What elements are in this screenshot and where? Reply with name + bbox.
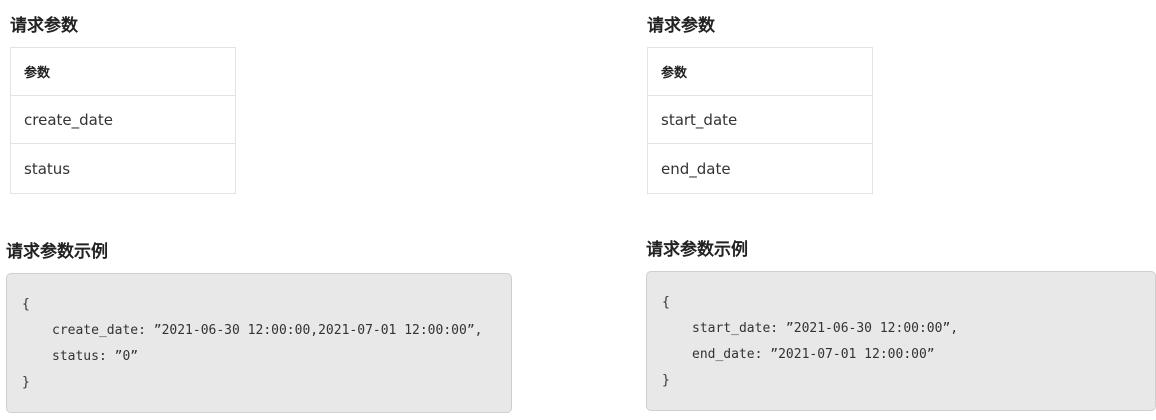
table-row: start_date bbox=[647, 95, 873, 144]
code-line: start_date: ”2021-06-30 12:00:00”, bbox=[692, 321, 959, 336]
request-params-heading: 请求参数 bbox=[647, 16, 715, 36]
request-example-heading: 请求参数示例 bbox=[646, 240, 748, 260]
request-params-heading: 请求参数 bbox=[10, 16, 78, 36]
code-line: { bbox=[662, 295, 670, 310]
params-table: 参数 start_date end_date bbox=[647, 47, 873, 194]
table-header-param: 参数 bbox=[10, 47, 236, 96]
param-cell: start_date bbox=[647, 95, 873, 144]
code-line: create_date: ”2021-06-30 12:00:00,2021-0… bbox=[52, 323, 483, 338]
code-line: end_date: ”2021-07-01 12:00:00” bbox=[692, 347, 935, 362]
table-header-row: 参数 bbox=[647, 47, 873, 96]
table-row: end_date bbox=[647, 143, 873, 194]
code-line: { bbox=[22, 297, 30, 312]
code-line: status: ”0” bbox=[52, 349, 139, 364]
code-line: } bbox=[22, 375, 30, 390]
code-example-block: { create_date: ”2021-06-30 12:00:00,2021… bbox=[6, 273, 512, 413]
param-cell: status bbox=[10, 143, 236, 194]
code-example-block: { start_date: ”2021-06-30 12:00:00”, end… bbox=[646, 271, 1156, 411]
table-header-param: 参数 bbox=[647, 47, 873, 96]
table-row: status bbox=[10, 143, 236, 194]
table-row: create_date bbox=[10, 95, 236, 144]
param-cell: end_date bbox=[647, 143, 873, 194]
code-line: } bbox=[662, 373, 670, 388]
table-header-row: 参数 bbox=[10, 47, 236, 96]
param-cell: create_date bbox=[10, 95, 236, 144]
params-table: 参数 create_date status bbox=[10, 47, 236, 194]
request-example-heading: 请求参数示例 bbox=[6, 242, 108, 262]
